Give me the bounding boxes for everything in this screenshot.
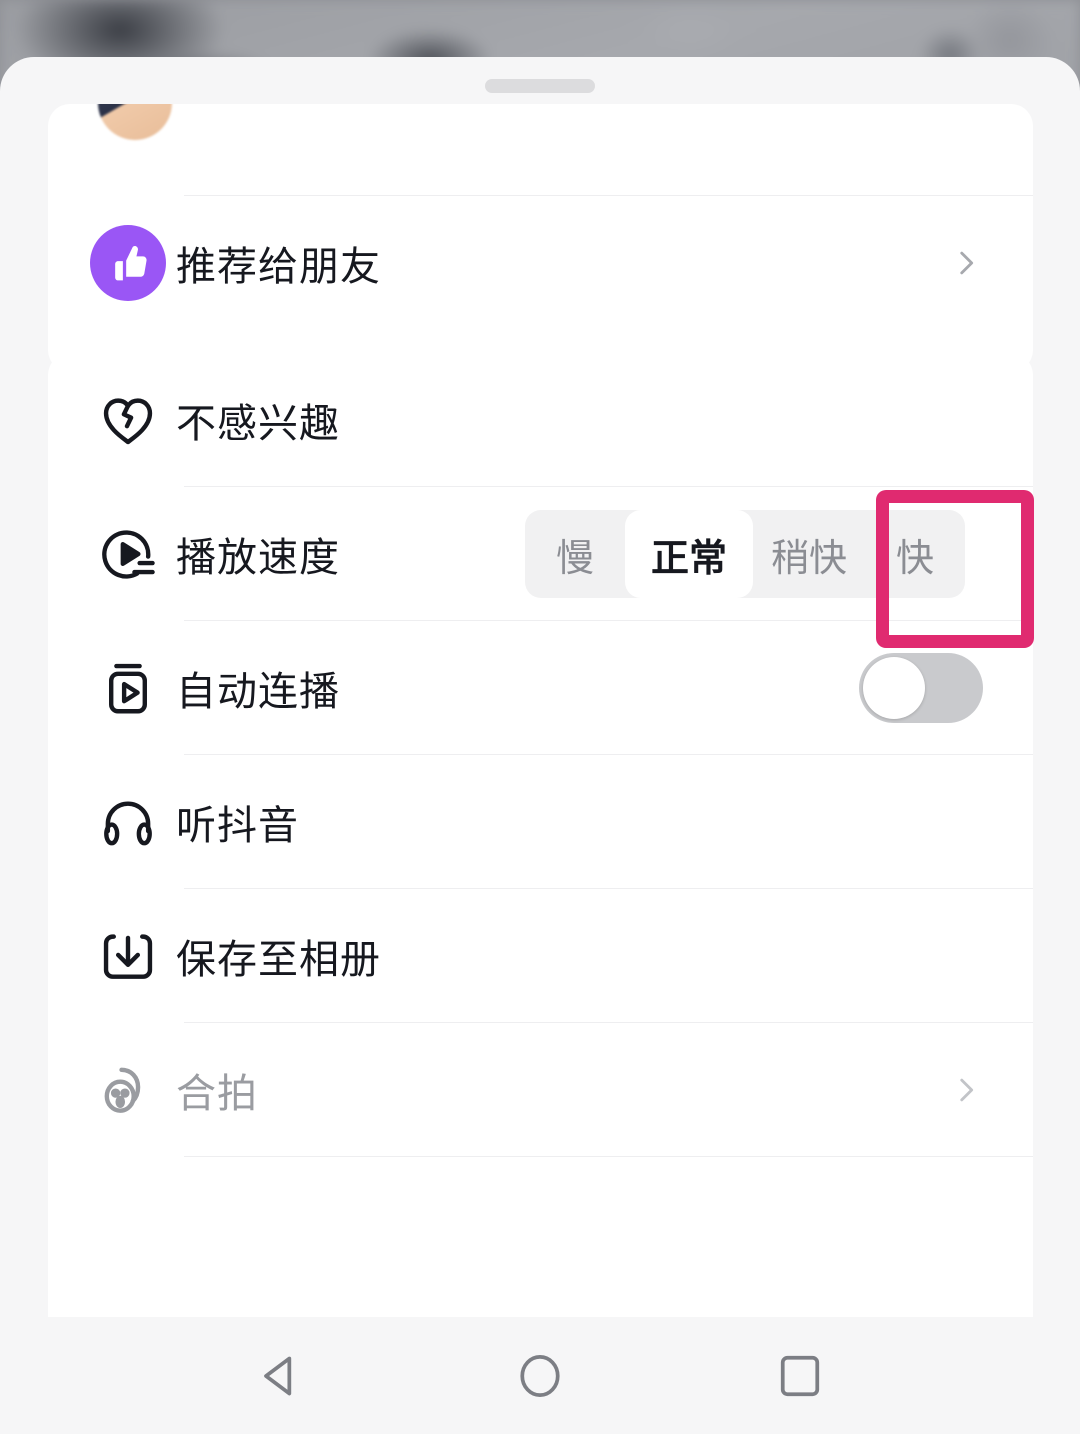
row-listen-douyin[interactable]: 听抖音 (48, 755, 1033, 889)
toggle-knob (863, 657, 925, 719)
download-icon (103, 934, 153, 979)
thumbs-up-icon-slot (80, 225, 176, 301)
download-icon-slot (80, 925, 176, 987)
row-playback-speed[interactable]: 播放速度 慢 正常 稍快 快 (48, 487, 1033, 621)
autoplay-toggle[interactable] (859, 653, 983, 723)
row-label: 听抖音 (176, 804, 299, 848)
row-save-to-album[interactable]: 保存至相册 (48, 889, 1033, 1023)
row-label: 推荐给朋友 (176, 245, 381, 289)
broken-heart-icon (103, 398, 153, 445)
playback-speed-control[interactable]: 慢 正常 稍快 快 (524, 510, 965, 598)
headphones-icon (104, 801, 152, 846)
duet-face-icon-slot (80, 1059, 176, 1121)
row-label: 自动连播 (176, 670, 340, 714)
circle-icon (520, 1354, 560, 1397)
nav-recents-button[interactable] (765, 1341, 835, 1411)
avatar (98, 104, 172, 140)
nav-home-button[interactable] (505, 1341, 575, 1411)
row-autoplay[interactable]: 自动连播 (48, 621, 1033, 755)
duet-face-icon (104, 1067, 141, 1113)
row-label: 播放速度 (176, 536, 340, 580)
autoplay-icon (109, 663, 147, 714)
broken-heart-icon-slot (80, 389, 176, 451)
headphones-icon-slot (80, 791, 176, 853)
video-options-card: 不感兴趣 播放速度 慢 正常 稍快 快 自动连播 听抖音 保存至相册 合拍 (48, 353, 1033, 1375)
speed-option-fast[interactable]: 快 (865, 510, 965, 598)
autoplay-icon-slot (80, 657, 176, 719)
row-label: 不感兴趣 (176, 402, 340, 446)
row-recommend-to-friends[interactable]: 推荐给朋友 (48, 196, 1033, 330)
share-actions-card: 推荐给朋友 (48, 104, 1033, 372)
android-navigation-bar (0, 1317, 1080, 1434)
triangle-left-icon (264, 1356, 292, 1395)
row-not-interested[interactable]: 不感兴趣 (48, 353, 1033, 487)
chevron-right-icon (960, 251, 974, 275)
row-label: 保存至相册 (176, 938, 381, 982)
playback-speed-icon-slot (80, 523, 176, 585)
square-icon (780, 1355, 820, 1396)
bottom-sheet: 推荐给朋友 不感兴趣 播放速度 慢 正常 稍快 快 自动连播 听抖音 保存至相册… (0, 57, 1080, 1375)
thumbs-up-icon (90, 225, 166, 301)
nav-back-button[interactable] (245, 1341, 315, 1411)
partial-scrolled-row (48, 104, 1033, 196)
sheet-drag-handle[interactable] (485, 79, 595, 93)
speed-option-slightly-fast[interactable]: 稍快 (753, 510, 865, 598)
chevron-right-icon (960, 1078, 974, 1102)
speed-option-normal[interactable]: 正常 (624, 510, 753, 598)
playback-speed-icon (102, 530, 155, 579)
row-divider (184, 1156, 1033, 1157)
speed-option-slow[interactable]: 慢 (525, 510, 625, 598)
row-duet[interactable]: 合拍 (48, 1023, 1033, 1157)
segmented-control[interactable]: 慢 正常 稍快 快 (524, 510, 965, 598)
row-label: 合拍 (176, 1072, 258, 1116)
